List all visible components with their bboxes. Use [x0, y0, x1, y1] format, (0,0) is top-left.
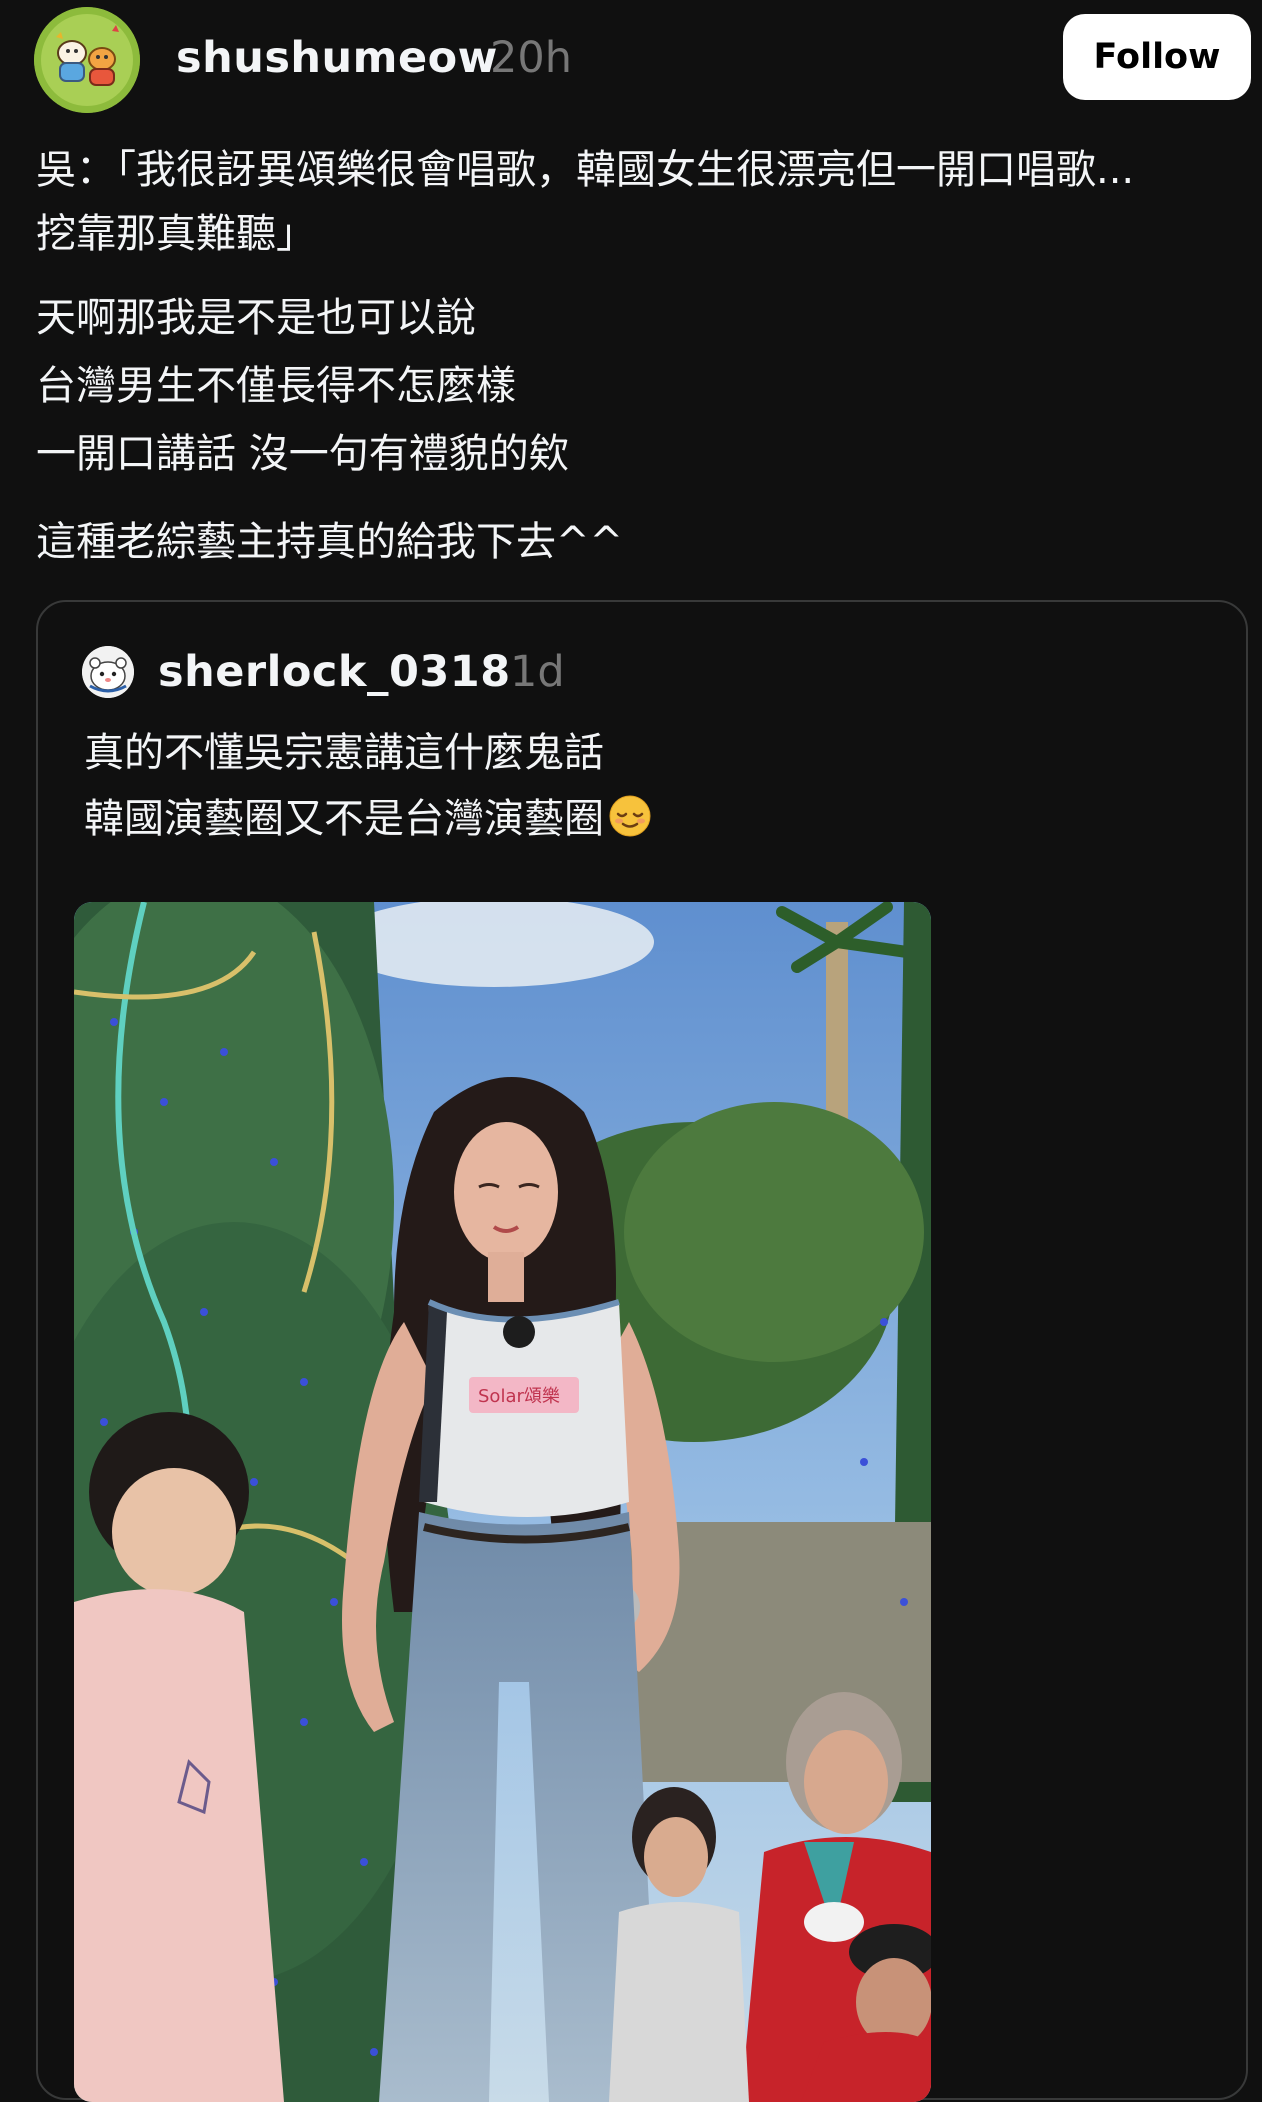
post-text-line: 台灣男生不僅長得不怎麼樣	[36, 363, 516, 409]
quoted-author-username[interactable]: sherlock_0318	[158, 644, 511, 700]
quoted-post-timestamp: 1d	[510, 647, 565, 697]
concert-photo-illustration: Solar頌樂	[74, 902, 931, 2102]
post-timestamp: 20h	[490, 33, 572, 83]
post-text-line: 一開口講話 沒一句有禮貌的欸	[36, 431, 569, 477]
relieved-face-emoji-icon	[609, 795, 651, 837]
quoted-author-avatar[interactable]	[82, 646, 134, 698]
post-paragraph-1: 吳：「我很訝異頌樂很會唱歌，韓國女生很漂亮但一開口唱歌... 挖靠那真難聽」	[36, 138, 1236, 266]
follow-button[interactable]: Follow	[1063, 14, 1251, 100]
tank-top-label: Solar頌樂	[478, 1386, 560, 1407]
author-avatar[interactable]	[34, 7, 140, 113]
quoted-text-line: 真的不懂吳宗憲講這什麼鬼話	[84, 730, 604, 776]
author-username[interactable]: shushumeow	[176, 28, 498, 88]
post-paragraph-2: 天啊那我是不是也可以說 台灣男生不僅長得不怎麼樣 一開口講話 沒一句有禮貌的欸	[36, 286, 1236, 490]
post-text-line: 挖靠那真難聽」	[36, 211, 316, 257]
quoted-post-text: 真的不懂吳宗憲講這什麼鬼話 韓國演藝圈又不是台灣演藝圈	[84, 720, 652, 852]
quoted-text-line: 韓國演藝圈又不是台灣演藝圈	[84, 786, 652, 852]
cartoon-avatar-icon	[34, 7, 140, 113]
post-text-line: 這種老綜藝主持真的給我下去^^	[36, 519, 624, 565]
quoted-post-card[interactable]: sherlock_0318 1d 真的不懂吳宗憲講這什麼鬼話 韓國演藝圈又不是台…	[36, 600, 1248, 2102]
hamster-avatar-icon	[82, 646, 134, 698]
quoted-text-line-content: 韓國演藝圈又不是台灣演藝圈	[84, 796, 604, 842]
post-text-line: 吳：「我很訝異頌樂很會唱歌，韓國女生很漂亮但一開口唱歌...	[36, 147, 1135, 193]
post-paragraph-3: 這種老綜藝主持真的給我下去^^	[36, 510, 1236, 574]
post-text-line: 天啊那我是不是也可以說	[36, 295, 476, 341]
threads-post: shushumeow 20h Follow 吳：「我很訝異頌樂很會唱歌，韓國女生…	[0, 0, 1262, 2102]
quoted-post-media-image[interactable]: Solar頌樂	[74, 902, 931, 2102]
